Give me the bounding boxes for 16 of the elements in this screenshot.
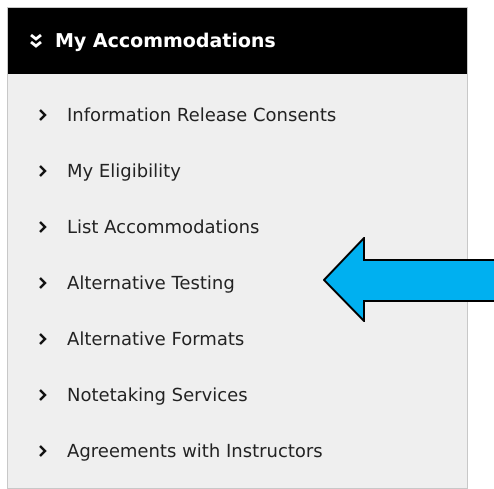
panel-title: My Accommodations <box>55 28 276 54</box>
menu-link[interactable]: My Eligibility <box>8 143 467 199</box>
menu-link[interactable]: Alternative Formats <box>8 311 467 367</box>
menu-link[interactable]: Notetaking Services <box>8 367 467 423</box>
chevron-right-icon <box>38 332 47 346</box>
chevron-right-icon <box>38 108 47 122</box>
arrow-pointer-icon <box>323 237 494 322</box>
chevron-right-icon <box>38 276 47 290</box>
menu-link[interactable]: Agreements with Instructors <box>8 423 467 479</box>
chevron-right-icon <box>38 388 47 402</box>
chevron-right-icon <box>38 444 47 458</box>
double-chevron-down-icon <box>29 33 43 49</box>
menu-link[interactable]: Information Release Consents <box>8 87 467 143</box>
menu-link[interactable]: List Accommodations <box>8 199 467 255</box>
chevron-right-icon <box>38 220 47 234</box>
chevron-right-icon <box>38 164 47 178</box>
